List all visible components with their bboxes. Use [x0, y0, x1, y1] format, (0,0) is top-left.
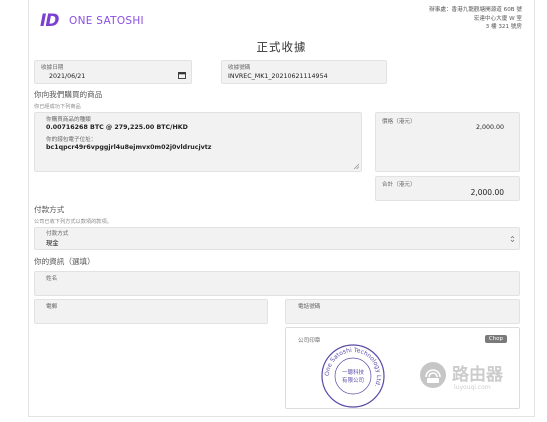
wallet-address-label: 你的錢包電子位址：	[46, 137, 97, 143]
select-arrows-icon[interactable]	[510, 235, 515, 243]
purchase-section-title: 你向我們購買的商品	[34, 90, 103, 99]
receipt-number-value: INVREC_MK1_20210621114954	[228, 73, 328, 80]
amount-value: 2,000.00	[475, 124, 504, 131]
receipt-date-label: 收據日期	[41, 65, 64, 71]
phone-field[interactable]: 電話號碼	[285, 299, 520, 324]
receipt-page: ID ONE SATOSHI 辦事處：香港九龍觀塘開源道 60B 號 宏達中心大…	[28, 0, 535, 417]
item-type-label: 你購買商品的種類	[46, 117, 91, 123]
address-line: 3 樓 321 號房	[485, 24, 522, 31]
chop-button[interactable]: Chop	[484, 335, 507, 343]
purchase-hint: 你已經成功下列商品	[34, 104, 81, 110]
logo-text: ONE SATOSHI	[69, 15, 144, 27]
name-label: 姓名	[46, 276, 58, 282]
watermark-text: 路由器	[452, 365, 503, 385]
address-line: 辦事處：香港九龍觀塘開源道 60B 號	[429, 7, 522, 13]
payment-method-select[interactable]: 付款方式 現金	[34, 227, 520, 250]
stamp-center-line2: 有限公司	[342, 376, 364, 384]
address-line: 宏達中心大廈 W 室	[473, 15, 522, 22]
amount-field: 價格（港元） 2,000.00	[375, 112, 520, 172]
receipt-date-value: 2021/06/21	[49, 73, 86, 80]
company-address: 辦事處：香港九龍觀塘開源道 60B 號 宏達中心大廈 W 室 3 樓 321 號…	[429, 6, 522, 32]
watermark: 路由器 luyouqi.com	[418, 358, 534, 398]
email-label: 電郵	[46, 304, 58, 310]
payment-method-value: 現金	[46, 240, 59, 247]
receipt-number-field: 收據號碼 INVREC_MK1_20210621114954	[221, 60, 387, 84]
email-field[interactable]: 電郵	[34, 299, 268, 324]
receipt-number-label: 收據號碼	[228, 65, 251, 71]
purchase-item-textarea[interactable]: 你購買商品的種類 0.00716268 BTC @ 279,225.00 BTC…	[34, 112, 362, 172]
total-label: 合計（港元）	[382, 182, 416, 188]
page-title: 正式收據	[256, 40, 307, 54]
payment-section-title: 付款方式	[34, 205, 65, 214]
payment-hint: 公司已收下列方式以款項的款項。	[34, 219, 112, 225]
watermark-url: luyouqi.com	[454, 384, 491, 391]
payment-method-label: 付款方式	[46, 231, 69, 237]
company-stamp: One Satoshi Technology Ltd. 一聰科技 有限公司	[321, 344, 385, 408]
total-value: 2,000.00	[470, 188, 504, 197]
item-type-value: 0.00716268 BTC @ 279,225.00 BTC/HKD	[46, 124, 188, 131]
wallet-address-value: bc1qpcr49r6vpggjrl4u8ejmvx0m02j0vldrucjv…	[46, 144, 212, 151]
customer-section-title: 你的資訊（選填）	[34, 257, 95, 266]
router-logo-icon	[420, 362, 446, 388]
name-field[interactable]: 姓名	[34, 271, 520, 296]
chop-label: 公司印章	[298, 338, 321, 344]
total-field: 合計（港元） 2,000.00	[375, 176, 520, 201]
calendar-icon[interactable]	[178, 71, 186, 79]
receipt-date-field[interactable]: 收據日期 2021/06/21	[34, 60, 192, 84]
phone-label: 電話號碼	[298, 304, 321, 310]
resize-handle-icon[interactable]	[353, 163, 359, 169]
stamp-center-line1: 一聰科技	[342, 368, 365, 376]
logo-mark: ID	[40, 11, 59, 31]
amount-label: 價格（港元）	[382, 119, 416, 125]
